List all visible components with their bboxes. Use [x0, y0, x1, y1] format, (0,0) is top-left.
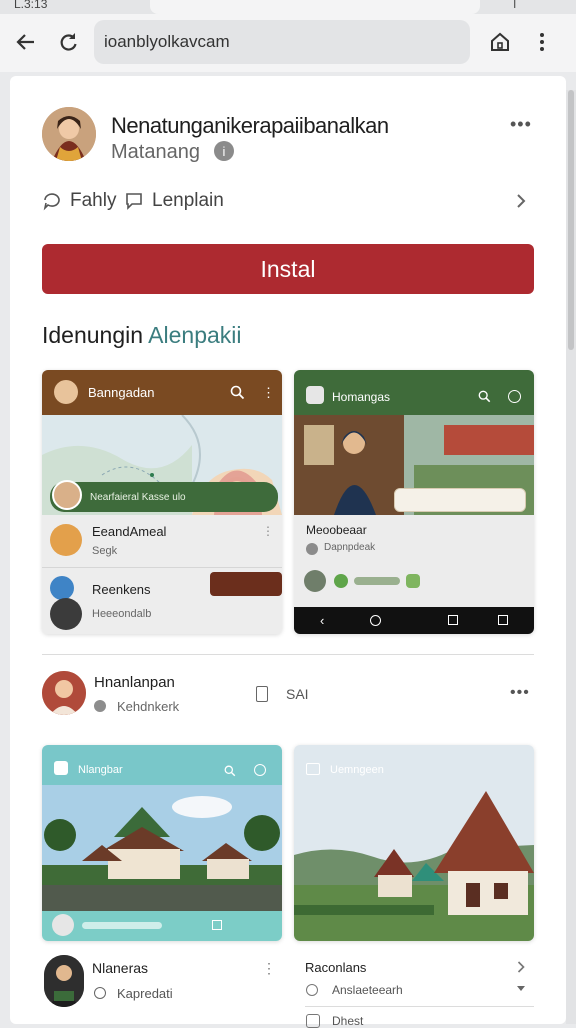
shot3-caption-bar: [82, 922, 162, 929]
shot3-caption-avatar: [52, 914, 74, 936]
more-vert-icon[interactable]: [528, 28, 556, 56]
app-more-icon[interactable]: •••: [510, 114, 532, 135]
chevron-right-icon[interactable]: [515, 193, 527, 214]
post-badge: SAI: [286, 686, 309, 702]
shot1-divider: [42, 567, 282, 568]
shot2-search-icon[interactable]: [478, 390, 491, 408]
app-subtitle: Matanang: [111, 141, 200, 163]
browser-tab[interactable]: [150, 0, 480, 14]
shot2-chat-icon[interactable]: [508, 390, 521, 403]
action-label: Fahly: [70, 190, 117, 211]
screenshot-card-2[interactable]: Homangas Meoobeaar Dapnpdeak ‹: [294, 370, 534, 634]
post-avatar: [42, 671, 86, 715]
url-bar[interactable]: ioanblyolkavcam: [94, 20, 470, 64]
shot1-map-caption: Nearfaieral Kasse ulo: [90, 492, 186, 503]
bottom-left-meta: Kapredati: [117, 986, 173, 1001]
nav-home-icon[interactable]: [370, 615, 381, 626]
shot1-item-more-icon[interactable]: ⋮: [262, 524, 274, 538]
bookmark-icon[interactable]: [256, 686, 268, 702]
shot2-item-icon: [306, 543, 318, 555]
info-icon[interactable]: i: [214, 141, 234, 161]
nav-recents-icon[interactable]: [448, 615, 458, 625]
shot1-header-bar: [42, 370, 282, 415]
search-icon[interactable]: [230, 385, 245, 405]
bottom-left-meta-icon: [94, 987, 106, 999]
app-avatar: [42, 107, 96, 161]
shot4-header-title: Uemngeen: [330, 764, 384, 776]
shot3-square-icon[interactable]: [212, 920, 222, 930]
shot2-row-avatar: [304, 570, 326, 592]
shot1-header-title: Banngadan: [88, 385, 155, 400]
dropdown-icon[interactable]: [517, 986, 525, 991]
section-title: Idenungin Alenpakii: [42, 322, 242, 349]
post-meta: Kehdnkerk: [117, 699, 180, 714]
shot2-item-title: Meoobeaar: [306, 523, 367, 537]
shot1-item-avatar: [50, 524, 82, 556]
shot1-avatar: [54, 380, 78, 404]
shot2-header-bar: [294, 370, 534, 415]
shot3-header-title: Nlangbar: [78, 764, 123, 776]
bottom-right-extra: Dhest: [332, 1014, 364, 1028]
bottom-right-title: Raconlans: [305, 960, 367, 975]
shot1-item-meta: Segk: [92, 545, 118, 557]
divider: [42, 654, 534, 655]
shot2-row-chip: [406, 574, 420, 588]
bottom-right-meta: Anslaeteearh: [332, 983, 403, 997]
shot1-item2-avatar: [50, 598, 82, 630]
comment-icon: [126, 193, 142, 210]
scrollbar-thumb[interactable]: [568, 90, 574, 350]
install-button[interactable]: Instal: [42, 244, 534, 294]
bottom-left-more-icon[interactable]: ⋮: [262, 960, 276, 977]
shot1-item2-meta: Heeeondalb: [92, 608, 152, 620]
bottom-right-divider: [305, 1006, 534, 1007]
screenshot-card-3[interactable]: Nlangbar: [42, 745, 282, 941]
shot1-item2-icon: [50, 576, 74, 600]
shot2-row-bar: [354, 577, 400, 585]
shot1-caption-avatar: [52, 480, 82, 510]
shot2-row-dot: [334, 574, 348, 588]
back-icon[interactable]: [12, 28, 40, 56]
post-name: Hnanlanpan: [94, 674, 175, 691]
status-right: l: [513, 0, 516, 11]
bottom-right-chevron-icon[interactable]: [516, 960, 526, 979]
shot4-app-icon: [306, 763, 320, 775]
post-more-icon[interactable]: •••: [510, 684, 530, 702]
shot1-more-icon[interactable]: ⋮: [262, 385, 275, 401]
shot2-overlay-bar: [394, 488, 526, 512]
bottom-left-avatar: [44, 955, 84, 1007]
shot1-thumbnail: [210, 572, 282, 596]
shot1-item-title: EeandAmeal: [92, 524, 167, 539]
bottom-right-extra-icon: [306, 1014, 320, 1028]
screenshot-card-1[interactable]: Banngadan ⋮ Nearfaieral Kasse ulo EeandA…: [42, 370, 282, 634]
shot1-item2-title: Reenkens: [92, 582, 151, 597]
shot2-item-meta: Dapnpdeak: [324, 542, 376, 553]
action-label: Lenplain: [152, 190, 224, 211]
app-title: Nenatunganikerapaiibanalkan: [111, 113, 389, 138]
nav-back-icon[interactable]: ‹: [320, 613, 324, 628]
action-fahly[interactable]: Fahly: [42, 190, 116, 212]
browser-toolbar: ioanblyolkavcam: [0, 14, 576, 72]
shot3-app-icon: [54, 761, 68, 775]
home-icon[interactable]: [486, 28, 514, 56]
section-title-dark: Idenungin: [42, 322, 144, 348]
reload-icon[interactable]: [54, 28, 82, 56]
status-time: L.3:13: [14, 0, 48, 11]
chat-icon: [43, 193, 60, 211]
section-title-accent: Alenpakii: [148, 322, 242, 348]
shot3-chat-icon[interactable]: [254, 764, 266, 776]
shot3-search-icon[interactable]: [224, 764, 236, 782]
status-bar: L.3:13 l: [0, 0, 576, 14]
bottom-left-title: Nlaneras: [92, 960, 149, 976]
post-meta-icon: [94, 700, 106, 712]
action-lenplain[interactable]: Lenplain: [124, 190, 224, 212]
url-text: ioanblyolkavcam: [104, 32, 230, 51]
shot2-app-icon: [306, 386, 324, 404]
nav-square-icon[interactable]: [498, 615, 508, 625]
shot2-header-title: Homangas: [332, 390, 391, 404]
bottom-right-meta-icon: [306, 984, 318, 996]
screenshot-card-4[interactable]: Uemngeen: [294, 745, 534, 941]
